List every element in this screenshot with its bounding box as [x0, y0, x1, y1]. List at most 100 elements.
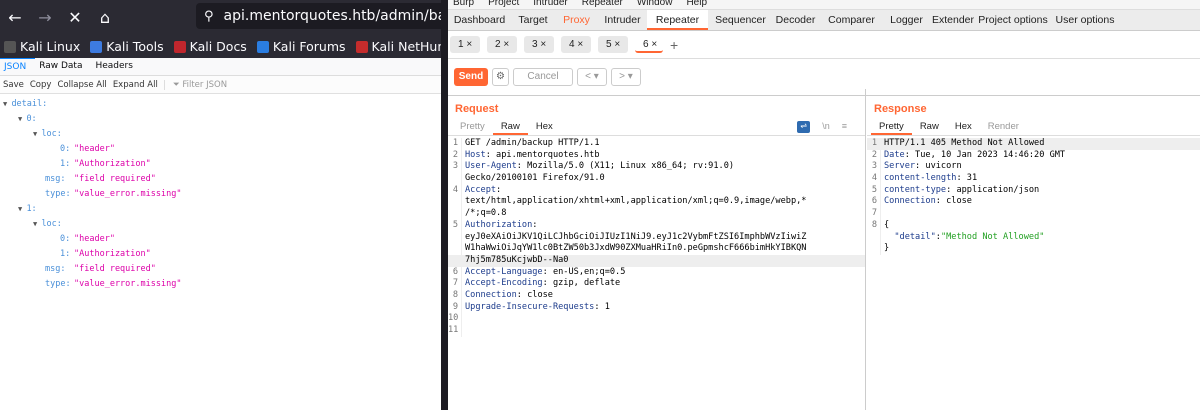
tab-dashboard[interactable]: Dashboard	[448, 10, 511, 30]
line-number: 5	[448, 219, 462, 232]
settings-gear-icon[interactable]: ⚙	[492, 68, 509, 86]
header-value: }	[884, 243, 890, 254]
request-pane: Request Pretty Raw Hex ⇌ \n ≡ 1 GET /admi…	[448, 89, 866, 410]
header-name: "detail"	[884, 231, 936, 242]
stop-icon[interactable]: ✕	[60, 8, 90, 27]
header-value: W1haWwiOiJqYW1lc0BtZW50b3JxdW90ZXMuaHRiI…	[465, 243, 807, 254]
menu-help[interactable]: Help	[686, 0, 707, 9]
tab-comparer[interactable]: Comparer	[820, 10, 883, 30]
expand-all-button[interactable]: Expand All	[113, 80, 158, 90]
tab-proxy[interactable]: Proxy	[555, 10, 598, 30]
tab-hex[interactable]: Hex	[528, 119, 561, 135]
repeater-tab-3[interactable]: 3 ×	[524, 36, 554, 53]
tab-extender[interactable]: Extender	[930, 10, 976, 30]
json-viewer-tabs: JSON Raw Data Headers	[0, 58, 441, 76]
browser-window: ← → ✕ ⌂ ⚲ api.mentorquotes.htb/admin/bac…	[0, 0, 479, 410]
url-bar[interactable]: ⚲ api.mentorquotes.htb/admin/backup	[196, 3, 479, 29]
copy-button[interactable]: Copy	[30, 80, 52, 90]
add-tab-icon[interactable]: +	[670, 37, 678, 53]
header-value: : close	[516, 289, 553, 300]
tab-repeater[interactable]: Repeater	[647, 10, 708, 30]
tab-user-options[interactable]: User options	[1050, 10, 1120, 30]
line-content: GET /admin/backup HTTP/1.1	[465, 138, 600, 150]
bookmark-kali-linux[interactable]: Kali Linux	[4, 39, 80, 54]
line-content: eyJ0eXAiOiJKV1QiLCJhbGciOiJIUzI1NiJ9.eyJ…	[465, 232, 806, 244]
repeater-tab-5[interactable]: 5 ×	[598, 36, 628, 53]
tab-logger[interactable]: Logger	[885, 10, 928, 30]
back-history-button[interactable]: < ▾	[577, 68, 607, 86]
json-key: 0:	[60, 234, 71, 244]
menu-project[interactable]: Project	[488, 0, 519, 9]
line-number: 3	[448, 161, 462, 174]
json-tree-row[interactable]: ▼ detail:	[0, 97, 441, 112]
json-key: loc:	[41, 129, 62, 139]
tab-target[interactable]: Target	[513, 10, 553, 30]
cancel-button[interactable]: Cancel	[513, 68, 573, 86]
response-pane: Response Pretty Raw Hex Render 1 HTTP/1.1…	[867, 89, 1200, 410]
code-line: 5 content-type: application/json	[867, 184, 1200, 197]
line-content: content-length: 31	[884, 173, 977, 185]
response-editor[interactable]: 1 HTTP/1.1 405 Method Not Allowed 2 Date: T…	[867, 136, 1200, 255]
code-line: }	[867, 243, 1200, 255]
menu-burp[interactable]: Burp	[453, 0, 474, 9]
menu-window[interactable]: Window	[637, 0, 673, 9]
tab-raw[interactable]: Raw	[492, 119, 528, 135]
back-icon[interactable]: ←	[0, 8, 30, 27]
json-key: 0:	[26, 114, 37, 124]
json-key: 1:	[60, 249, 71, 259]
forward-icon[interactable]: →	[30, 8, 60, 27]
line-number	[448, 196, 462, 209]
tab-intruder[interactable]: Intruder	[600, 10, 645, 30]
json-value: "value_error.missing"	[74, 279, 182, 289]
collapse-all-button[interactable]: Collapse All	[57, 80, 106, 90]
line-content: "detail":"Method Not Allowed"	[884, 232, 1044, 244]
repeater-tab-6[interactable]: 6 ×	[635, 36, 663, 53]
repeater-tab-2[interactable]: 2 ×	[487, 36, 517, 53]
repeater-tab-1[interactable]: 1 ×	[450, 36, 480, 53]
json-key: 0:	[60, 144, 71, 154]
json-tree-row[interactable]: ▼ 1:	[0, 202, 441, 217]
window-divider	[441, 0, 448, 410]
json-tree-row[interactable]: ▼ loc:	[0, 217, 441, 232]
tab-sequencer[interactable]: Sequencer	[710, 10, 771, 30]
json-tree-row[interactable]: ▼ loc:	[0, 127, 441, 142]
tab-pretty[interactable]: Pretty	[871, 119, 912, 135]
tab-render[interactable]: Render	[980, 119, 1027, 135]
line-content: HTTP/1.1 405 Method Not Allowed	[884, 138, 1044, 150]
tab-decoder[interactable]: Decoder	[773, 10, 818, 30]
code-line: 4 content-length: 31	[867, 173, 1200, 185]
bookmarks-bar: Kali Linux Kali Tools Kali Docs Kali For…	[0, 34, 463, 58]
header-value: GET /admin/backup HTTP/1.1	[465, 138, 600, 148]
line-content: Connection: close	[465, 290, 553, 302]
tab-headers[interactable]: Headers	[91, 58, 141, 75]
menu-repeater[interactable]: Repeater	[582, 0, 623, 9]
forward-history-button[interactable]: > ▾	[611, 68, 641, 86]
newline-toggle[interactable]: \n	[822, 121, 830, 133]
menu-intruder[interactable]: Intruder	[533, 0, 567, 9]
bookmark-kali-forums[interactable]: Kali Forums	[256, 39, 346, 54]
json-tree-row: msg: "field required"	[0, 172, 441, 187]
request-editor[interactable]: 1 GET /admin/backup HTTP/1.1 2 Host: api.me…	[448, 136, 865, 337]
tab-json[interactable]: JSON	[0, 58, 36, 75]
line-content: Connection: close	[884, 196, 972, 208]
code-line: 4 Accept:	[448, 184, 865, 197]
filter-json-input[interactable]: ⏷ Filter JSON	[163, 79, 227, 90]
line-content: Authorization:	[465, 220, 537, 232]
bookmark-kali-tools[interactable]: Kali Tools	[90, 39, 164, 54]
tab-raw-data[interactable]: Raw Data	[35, 58, 91, 75]
repeater-tab-4[interactable]: 4 ×	[561, 36, 591, 53]
save-button[interactable]: Save	[3, 80, 24, 90]
tab-raw[interactable]: Raw	[912, 119, 947, 135]
tab-hex[interactable]: Hex	[947, 119, 980, 135]
send-button[interactable]: Send	[454, 68, 488, 86]
header-value: : uvicorn	[915, 161, 962, 172]
header-name: Date	[884, 149, 905, 160]
tab-pretty[interactable]: Pretty	[452, 119, 493, 135]
tab-project-options[interactable]: Project options	[978, 10, 1048, 30]
home-icon[interactable]: ⌂	[90, 8, 120, 27]
menu-icon[interactable]: ≡	[842, 121, 847, 133]
wrap-lines-icon[interactable]: ⇌	[797, 121, 811, 133]
json-tree-row[interactable]: ▼ 0:	[0, 112, 441, 127]
bookmark-kali-docs[interactable]: Kali Docs	[173, 39, 247, 54]
header-value: : gzip, deflate	[542, 278, 621, 289]
